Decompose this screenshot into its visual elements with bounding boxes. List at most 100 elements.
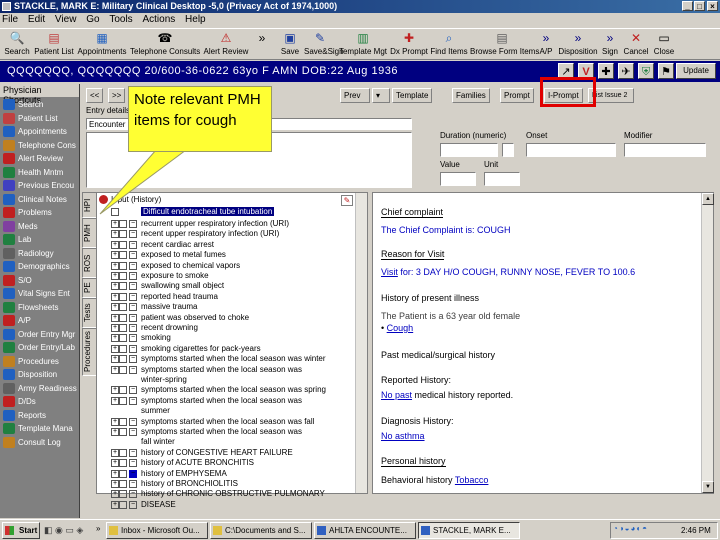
checkbox-icon[interactable]: −	[129, 313, 137, 322]
expand-icon[interactable]: +	[111, 251, 119, 260]
sidebar-item-disposition[interactable]: Disposition	[0, 368, 79, 382]
checkbox-icon[interactable]: −	[129, 428, 137, 436]
close-button[interactable]: ×	[707, 1, 718, 11]
tree-row[interactable]: + − symptoms started when the local season…	[97, 354, 367, 365]
task-ahlta[interactable]: AHLTA ENCOUNTE...	[314, 522, 416, 539]
checkbox-icon[interactable]: −	[129, 448, 137, 457]
sidebar-item-telephone-cons[interactable]: Telephone Cons	[0, 139, 79, 153]
tobacco-link[interactable]: Tobacco	[455, 475, 489, 485]
tree-row[interactable]: + − symptoms started when the local season…	[97, 385, 367, 396]
checkbox-icon[interactable]	[119, 292, 127, 301]
toolbar-find-items-button[interactable]: ⌕ Find Items	[430, 31, 468, 59]
task-explorer[interactable]: C:\Documents and S...	[210, 522, 312, 539]
expand-icon[interactable]: +	[111, 417, 119, 426]
toolbar-cancel-button[interactable]: ✕ Cancel	[622, 31, 650, 59]
sidebar-item-s-o[interactable]: S/O	[0, 274, 79, 288]
checkbox-icon[interactable]	[119, 480, 127, 488]
expand-icon[interactable]: +	[111, 292, 119, 301]
checkbox-icon[interactable]: −	[129, 220, 137, 228]
sidebar-item-order-entry-lab[interactable]: Order Entry/Lab	[0, 341, 79, 355]
checkbox-icon[interactable]: −	[129, 261, 137, 270]
toolbar-sign-button[interactable]: » Sign	[600, 31, 620, 59]
checkbox-icon[interactable]: −	[129, 459, 137, 468]
checkbox-icon[interactable]	[119, 459, 127, 468]
sidebar-item-demographics[interactable]: Demographics	[0, 260, 79, 274]
expand-icon[interactable]: +	[111, 428, 119, 436]
checkbox-icon[interactable]: −	[129, 303, 137, 312]
tab-hpi[interactable]: HPI	[82, 192, 97, 218]
checkbox-icon[interactable]: −	[129, 355, 137, 364]
checkbox-icon[interactable]: −	[129, 334, 137, 343]
sidebar-item-alert-review[interactable]: Alert Review	[0, 152, 79, 166]
tree-row[interactable]: + − recent upper respiratory infection (UR…	[97, 229, 367, 240]
tab-tests[interactable]: Tests	[82, 298, 97, 328]
checkbox-icon[interactable]	[119, 334, 127, 343]
tree-row[interactable]: + − symptoms started when the local season…	[97, 417, 367, 428]
checkbox-icon[interactable]: −	[129, 500, 137, 509]
expand-icon[interactable]: +	[111, 303, 119, 312]
sidebar-item-reports[interactable]: Reports	[0, 409, 79, 423]
sidebar-item-vital-signs-ent[interactable]: Vital Signs Ent	[0, 287, 79, 301]
modifier-input[interactable]	[624, 143, 706, 157]
menu-help[interactable]: Help	[185, 14, 206, 25]
expand-icon[interactable]: +	[111, 355, 119, 364]
tree-row[interactable]: + − smoking	[97, 333, 367, 344]
cough-link[interactable]: Cough	[387, 323, 414, 333]
checkbox-icon[interactable]	[119, 303, 127, 312]
checkbox-icon[interactable]: −	[129, 344, 137, 353]
expand-icon[interactable]: +	[111, 386, 119, 395]
toolbar-save-sign-button[interactable]: ✎ Save&Sign	[304, 31, 344, 59]
tab-families[interactable]: Families	[452, 88, 490, 103]
expand-icon[interactable]: +	[111, 334, 119, 343]
checkbox-icon[interactable]: −	[129, 386, 137, 395]
aircraft-icon[interactable]: ✈	[618, 63, 634, 79]
menu-actions[interactable]: Actions	[142, 14, 175, 25]
sidebar-item-appointments[interactable]: Appointments	[0, 125, 79, 139]
tab-pe[interactable]: PE	[82, 278, 97, 298]
checkbox-icon[interactable]: −	[129, 272, 137, 280]
checkbox-icon[interactable]	[119, 355, 127, 364]
tree-row[interactable]: + − history of CONGESTIVE HEART FAILURE	[97, 448, 367, 459]
onset-input[interactable]	[526, 143, 616, 157]
tree-row[interactable]: + − recent cardiac arrest	[97, 240, 367, 251]
flag-icon[interactable]: ⚑	[658, 63, 674, 79]
tree-scrollbar[interactable]	[355, 193, 367, 493]
checkbox-icon[interactable]: −	[129, 490, 137, 499]
toolbar-template-mgt-button[interactable]: ▥ Template Mgt	[338, 31, 388, 59]
sidebar-item-flowsheets[interactable]: Flowsheets	[0, 301, 79, 315]
tree-row[interactable]: + − patient was observed to choke	[97, 313, 367, 324]
tab-pmh[interactable]: PMH	[82, 218, 97, 248]
checkbox-icon[interactable]	[119, 365, 127, 374]
checkbox-icon[interactable]: −	[129, 230, 137, 239]
expand-icon[interactable]: +	[111, 261, 119, 270]
sidebar-item-previous-encou[interactable]: Previous Encou	[0, 179, 79, 193]
toolbar-browse-form-items-button[interactable]: ▤ Browse Form Items	[470, 31, 539, 59]
expand-icon[interactable]: +	[111, 500, 119, 509]
checkbox-icon[interactable]	[119, 490, 127, 499]
checkbox-icon[interactable]	[119, 448, 127, 457]
expand-icon[interactable]: +	[111, 396, 119, 405]
quick-launch[interactable]: ◧ ◉ ▭ ◈	[44, 523, 92, 538]
checkbox-icon[interactable]	[119, 251, 127, 260]
sidebar-item-problems[interactable]: Problems	[0, 206, 79, 220]
expand-icon[interactable]: +	[111, 344, 119, 353]
back-button[interactable]: <<	[86, 88, 104, 103]
sidebar-item-d-ds[interactable]: D/Ds	[0, 395, 79, 409]
tab-template[interactable]: Template	[392, 88, 433, 103]
checkbox-icon[interactable]	[119, 428, 127, 436]
tray-icons[interactable]: ◔◑◒◕◐◓	[613, 524, 648, 533]
duration-unit-dropdown[interactable]	[502, 143, 514, 157]
tree-row[interactable]: + − smoking cigarettes for pack-years	[97, 344, 367, 355]
checkbox-icon[interactable]	[119, 396, 127, 405]
value-input[interactable]	[440, 172, 476, 186]
checkbox-icon[interactable]	[119, 324, 127, 332]
checkbox-icon[interactable]	[119, 344, 127, 353]
tree-row[interactable]: + − exposure to smoke	[97, 271, 367, 282]
prev-dropdown-button[interactable]: ▾	[372, 88, 390, 103]
duration-input[interactable]	[440, 143, 498, 157]
sidebar-item-health-mntm[interactable]: Health Mntm	[0, 166, 79, 180]
expand-icon[interactable]: +	[111, 365, 119, 374]
expand-icon[interactable]: +	[111, 448, 119, 457]
toolbar-overflow-button[interactable]: »	[254, 31, 266, 59]
tree-row[interactable]: + − symptoms started when the local season…	[97, 365, 367, 376]
